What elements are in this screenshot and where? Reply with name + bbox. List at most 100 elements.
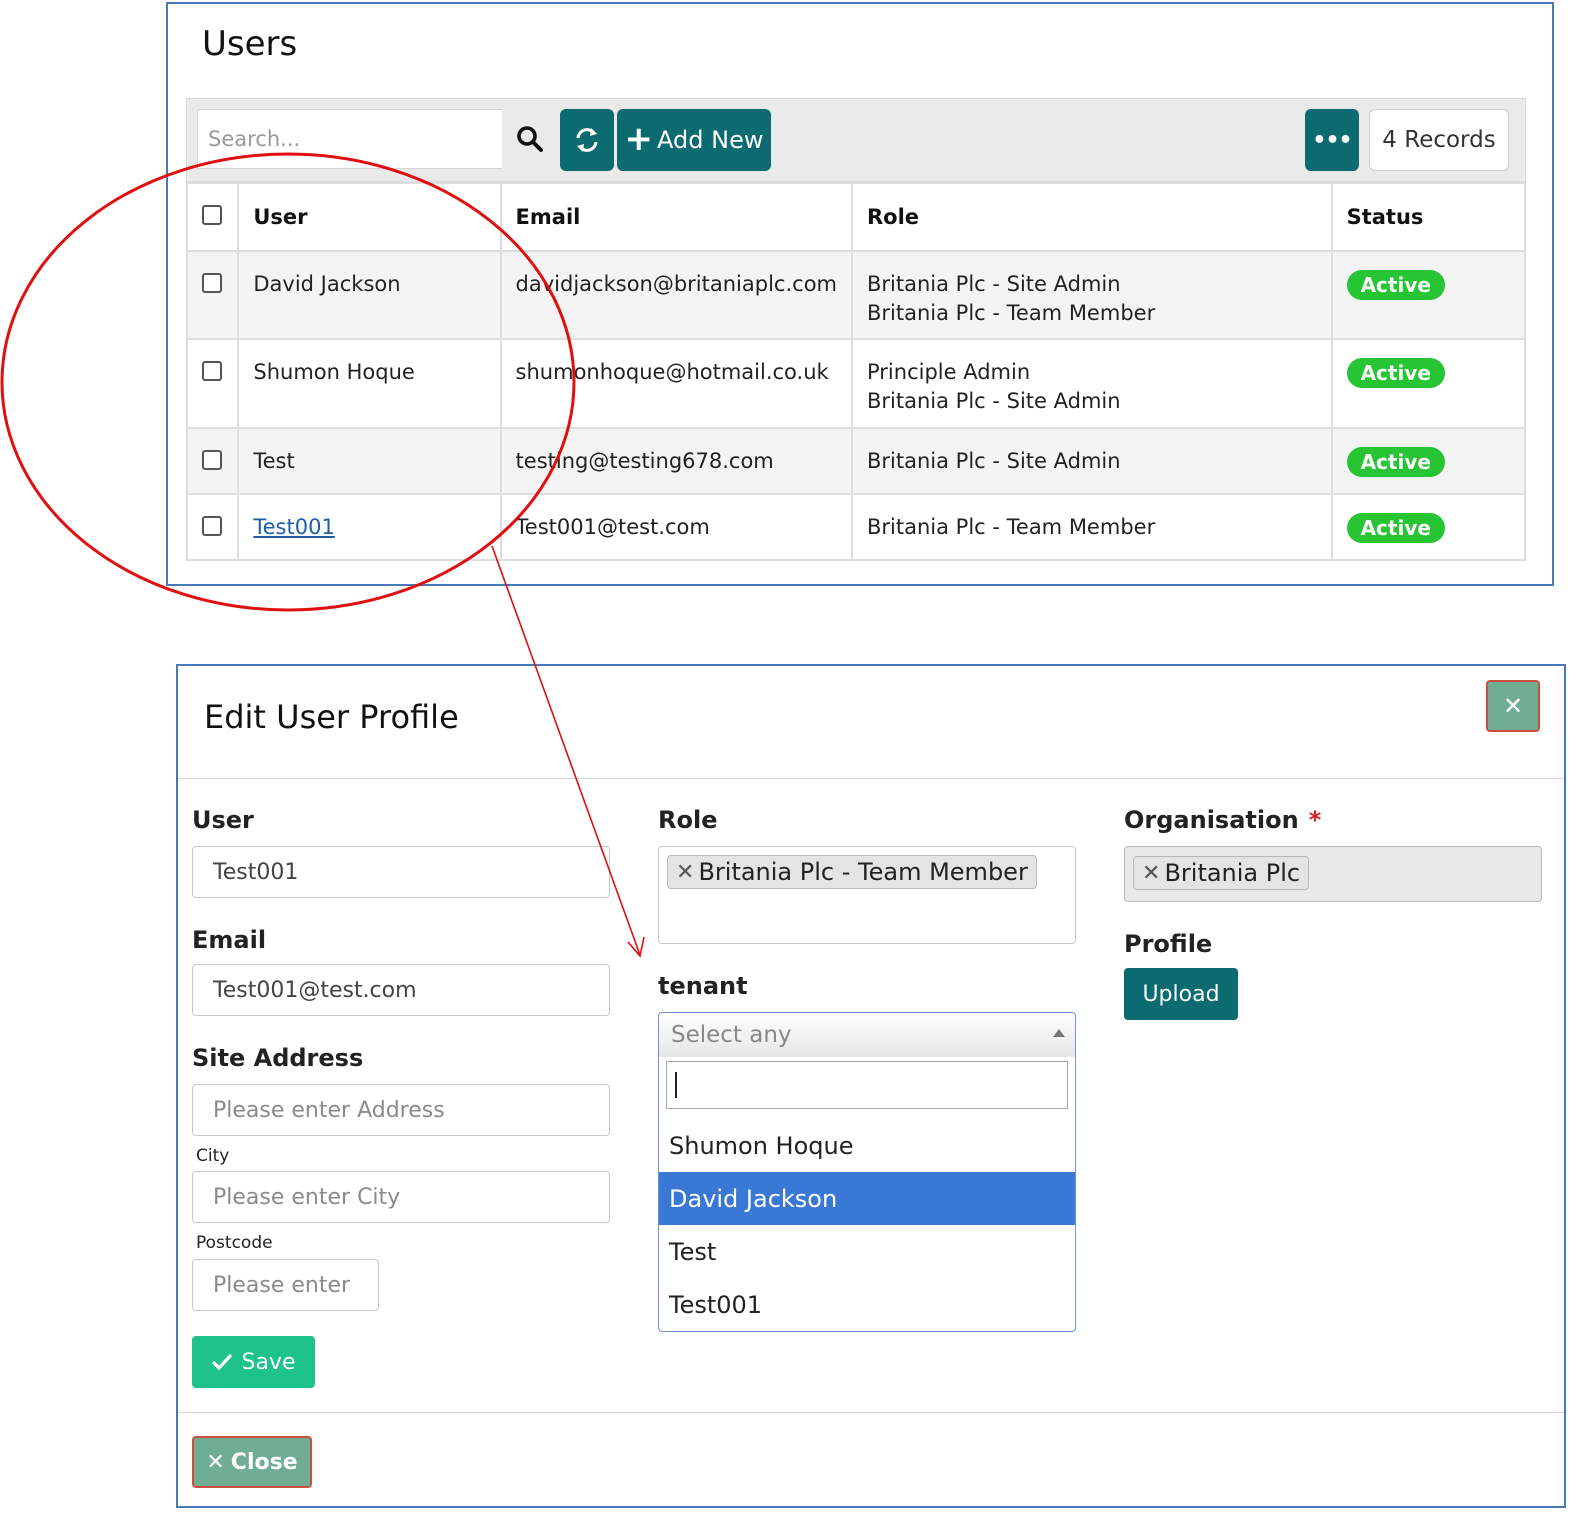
status-cell: Active — [1330, 250, 1527, 340]
user-name-cell: David Jackson — [237, 250, 502, 340]
role-tag: ✕ Britania Plc - Team Member — [667, 855, 1037, 889]
add-new-button[interactable]: + Add New — [617, 109, 771, 171]
column-header-email[interactable]: Email — [499, 182, 854, 252]
status-badge: Active — [1346, 447, 1445, 477]
close-icon: ✕ — [1502, 692, 1524, 720]
postcode-field[interactable] — [192, 1259, 379, 1311]
status-badge: Active — [1346, 513, 1445, 543]
tenant-search-input[interactable] — [666, 1061, 1068, 1109]
more-options-button[interactable]: ••• — [1305, 109, 1359, 171]
role-cell: Britania Plc - Site Admin — [851, 427, 1333, 495]
plus-icon: + — [624, 118, 654, 159]
role-line: Britania Plc - Site Admin — [867, 272, 1121, 296]
upload-button[interactable]: Upload — [1124, 968, 1238, 1020]
check-icon — [212, 1353, 233, 1371]
row-checkbox[interactable] — [202, 450, 222, 470]
save-label: Save — [241, 1349, 296, 1375]
tenant-option[interactable]: Shumon Hoque — [659, 1119, 1075, 1172]
required-marker: * — [1308, 806, 1322, 834]
email-cell: shumonhoque@hotmail.co.uk — [499, 338, 854, 429]
role-cell: Britania Plc - Team Member — [851, 493, 1333, 561]
status-badge: Active — [1346, 358, 1445, 388]
select-all-cell — [185, 182, 240, 252]
search-button[interactable] — [505, 113, 555, 165]
column-header-role[interactable]: Role — [851, 182, 1333, 252]
users-table: User Email Role Status David Jackson dav… — [185, 182, 1527, 561]
ellipsis-icon: ••• — [1312, 127, 1352, 153]
status-cell: Active — [1330, 493, 1527, 561]
address-field[interactable] — [192, 1084, 610, 1136]
role-cell: Principle Admin Britania Plc - Site Admi… — [851, 338, 1333, 429]
email-cell: davidjackson@britaniaplc.com — [499, 250, 854, 340]
role-line: Principle Admin — [867, 360, 1031, 384]
organisation-label-text: Organisation — [1124, 806, 1299, 834]
add-new-label: Add New — [657, 126, 764, 154]
refresh-icon — [576, 128, 598, 152]
email-label: Email — [192, 926, 267, 954]
refresh-button[interactable] — [560, 109, 614, 171]
table-row[interactable]: David Jackson davidjackson@britaniaplc.c… — [185, 250, 1527, 340]
search-input[interactable] — [197, 109, 502, 169]
tenant-placeholder: Select any — [671, 1022, 792, 1048]
tenant-select[interactable]: Select any Shumon Hoque David Jackson Te… — [658, 1012, 1076, 1332]
search-icon — [517, 126, 543, 152]
email-cell: Test001@test.com — [499, 493, 854, 561]
column-header-user[interactable]: User — [237, 182, 502, 252]
row-checkbox[interactable] — [202, 273, 222, 293]
user-name-cell: Test — [237, 427, 502, 495]
caret-up-icon — [1053, 1029, 1065, 1037]
user-name-link[interactable]: Test001 — [253, 515, 334, 539]
role-line: Britania Plc - Site Admin — [867, 449, 1121, 473]
tenant-select-toggle[interactable]: Select any — [659, 1013, 1075, 1057]
site-address-label: Site Address — [192, 1044, 364, 1072]
save-button[interactable]: Save — [192, 1336, 315, 1388]
modal-title: Edit User Profile — [204, 698, 459, 736]
status-badge: Active — [1346, 270, 1445, 300]
row-checkbox[interactable] — [202, 361, 222, 381]
table-row[interactable]: Shumon Hoque shumonhoque@hotmail.co.uk P… — [185, 338, 1527, 429]
row-select-cell — [185, 338, 240, 429]
table-row[interactable]: Test001 Test001@test.com Britania Plc - … — [185, 493, 1527, 561]
user-name-cell: Shumon Hoque — [237, 338, 502, 429]
role-line: Britania Plc - Team Member — [867, 515, 1156, 539]
text-cursor — [675, 1072, 677, 1098]
organisation-label: Organisation * — [1124, 806, 1321, 834]
status-cell: Active — [1330, 427, 1527, 495]
remove-tag-icon[interactable]: ✕ — [676, 860, 694, 885]
tenant-option[interactable]: Test001 — [659, 1278, 1075, 1331]
user-field[interactable] — [192, 846, 610, 898]
tenant-option[interactable]: Test — [659, 1225, 1075, 1278]
role-multiselect[interactable]: ✕ Britania Plc - Team Member — [658, 846, 1076, 944]
modal-close-button[interactable]: ✕ — [1486, 680, 1540, 732]
role-line: Britania Plc - Site Admin — [867, 389, 1121, 413]
tenant-option-highlighted[interactable]: David Jackson — [659, 1172, 1075, 1225]
row-select-cell — [185, 250, 240, 340]
user-name-cell: Test001 — [237, 493, 502, 561]
close-button[interactable]: ✕ Close — [192, 1436, 312, 1488]
email-field[interactable] — [192, 964, 610, 1016]
table-row[interactable]: Test testing@testing678.com Britania Plc… — [185, 427, 1527, 495]
page-title: Users — [202, 24, 298, 64]
organisation-multiselect[interactable]: ✕ Britania Plc — [1124, 846, 1542, 902]
status-cell: Active — [1330, 338, 1527, 429]
city-field[interactable] — [192, 1171, 610, 1223]
role-cell: Britania Plc - Site Admin Britania Plc -… — [851, 250, 1333, 340]
column-header-status[interactable]: Status — [1330, 182, 1527, 252]
postcode-label: Postcode — [196, 1233, 273, 1253]
tenant-label: tenant — [658, 972, 748, 1000]
row-checkbox[interactable] — [202, 516, 222, 536]
row-select-cell — [185, 493, 240, 561]
records-count: 4 Records — [1369, 109, 1509, 171]
row-select-cell — [185, 427, 240, 495]
role-label: Role — [658, 806, 718, 834]
organisation-tag-label: Britania Plc — [1164, 859, 1301, 887]
table-header-row: User Email Role Status — [185, 182, 1527, 252]
users-toolbar: + Add New ••• 4 Records — [186, 98, 1526, 182]
remove-tag-icon[interactable]: ✕ — [1142, 861, 1160, 886]
select-all-checkbox[interactable] — [202, 204, 222, 225]
close-icon: ✕ — [206, 1449, 225, 1475]
email-cell: testing@testing678.com — [499, 427, 854, 495]
profile-label: Profile — [1124, 930, 1213, 958]
edit-user-profile-modal: Edit User Profile ✕ User Email Site Addr… — [176, 664, 1566, 1508]
role-line: Britania Plc - Team Member — [867, 301, 1156, 325]
